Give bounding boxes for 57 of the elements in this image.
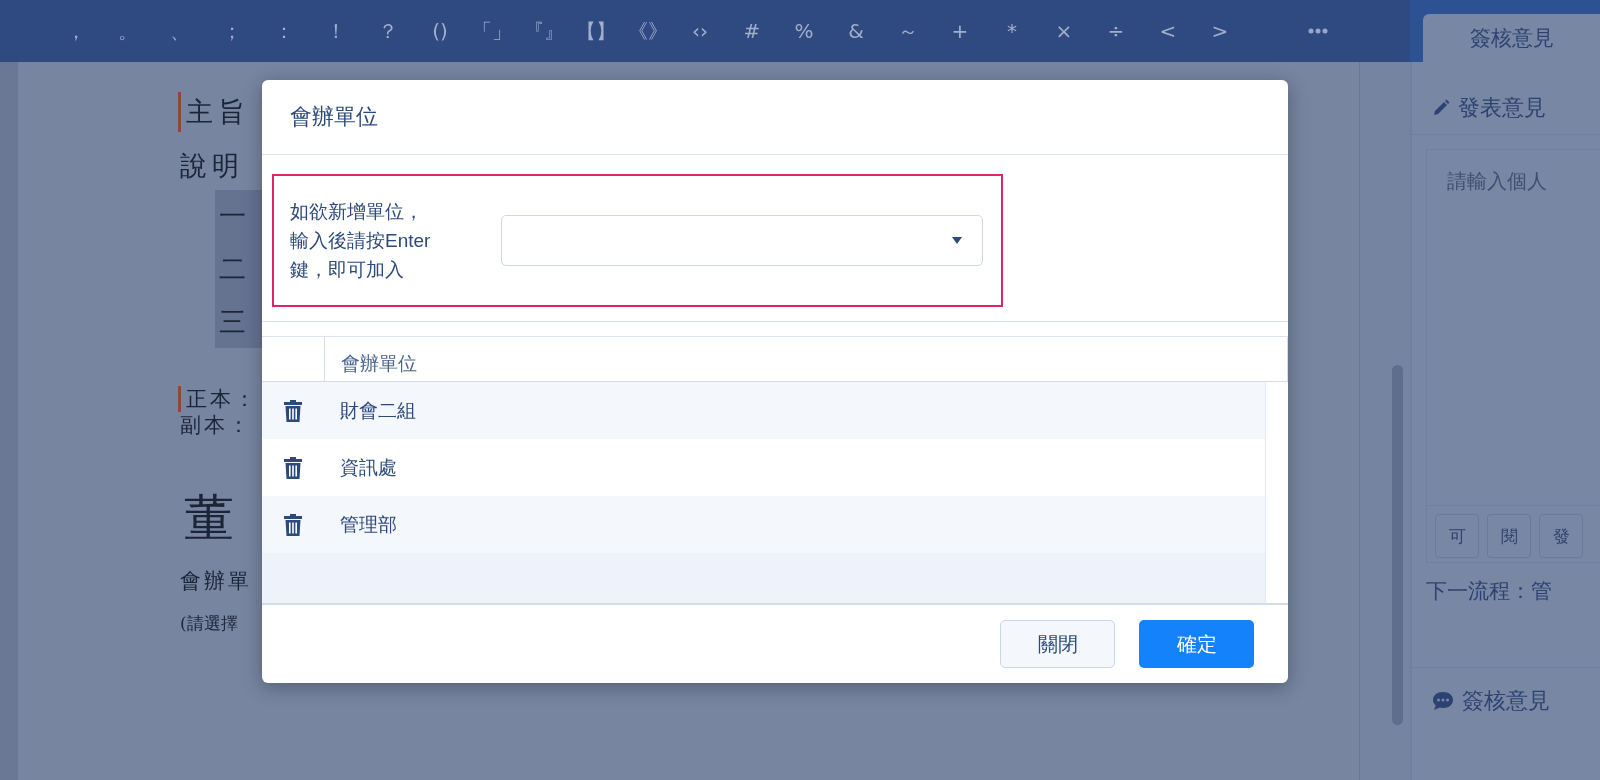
comment-placeholder: 請輸入個人 [1446, 169, 1548, 194]
trash-icon[interactable] [284, 513, 302, 536]
symbol-button[interactable]: # [726, 19, 778, 43]
next-step-text: 下一流程：管 [1412, 563, 1600, 668]
subject-label: 主旨 [186, 95, 250, 129]
confirm-button[interactable]: 確定 [1139, 620, 1254, 668]
comment-field[interactable]: 請輸入個人 可 閱 發 [1426, 149, 1600, 563]
more-icon[interactable] [1308, 28, 1328, 34]
quick-phrase-button[interactable]: 可 [1435, 514, 1479, 558]
comments-title: 簽核意見 [1462, 687, 1550, 715]
symbol-button[interactable]: ： [258, 17, 310, 45]
hint-text: (請選擇 [180, 612, 238, 635]
original-copy-label: 正本： [186, 386, 258, 412]
symbol-button[interactable]: () [414, 19, 466, 43]
table-cell-text: 管理部 [339, 512, 397, 537]
symbol-button[interactable]: ！ [310, 17, 362, 45]
symbol-button[interactable]: > [1194, 19, 1246, 43]
table-cell-text: 財會二組 [339, 398, 416, 423]
trash-icon[interactable] [284, 456, 302, 479]
symbol-button[interactable]: ， [50, 17, 102, 45]
symbol-button[interactable]: < [1142, 19, 1194, 43]
pencil-icon [1432, 99, 1450, 117]
symbol-button[interactable]: ÷ [1090, 19, 1142, 43]
symbol-button[interactable]: 【】 [570, 17, 622, 45]
trash-icon[interactable] [284, 399, 302, 422]
symbol-button[interactable]: 『』 [518, 17, 570, 45]
item-number: 二 [219, 252, 252, 286]
symbol-button[interactable]: × [1038, 19, 1090, 43]
note-text: 會辦單 [180, 568, 252, 594]
dialog-title: 會辦單位 [290, 103, 378, 131]
table-cell-text: 資訊處 [339, 455, 397, 480]
description-label: 說明 [180, 149, 244, 183]
close-button[interactable]: 關閉 [1000, 620, 1115, 668]
item-number: 三 [219, 304, 252, 339]
symbol-button[interactable]: + [934, 19, 986, 43]
chat-icon [1432, 691, 1454, 711]
duplicate-copy-label: 副本： [180, 412, 252, 438]
symbol-button[interactable]: & [830, 19, 882, 43]
symbol-button[interactable]: 「」 [466, 17, 518, 45]
symbol-button[interactable]: * [986, 19, 1038, 43]
symbol-button[interactable]: ； [206, 17, 258, 45]
add-unit-hint: 如欲新增單位， 輸入後請按Enter 鍵，即可加入 [290, 200, 432, 282]
quick-phrase-button[interactable]: 發 [1539, 514, 1583, 558]
symbol-button[interactable]: % [778, 19, 830, 43]
symbol-button[interactable]: ？ [362, 17, 414, 45]
item-number: 一 [219, 199, 252, 234]
quick-phrase-button[interactable]: 閱 [1487, 514, 1531, 558]
dropdown-caret-icon [952, 237, 962, 244]
symbol-button[interactable]: 。 [102, 17, 154, 45]
column-header: 會辦單位 [325, 337, 1288, 381]
document-heading: 董 [184, 488, 234, 548]
symbol-button[interactable]: ～ [882, 17, 934, 45]
symbol-button[interactable]: ‹› [674, 19, 726, 43]
symbol-button[interactable]: 、 [154, 17, 206, 45]
side-tab[interactable]: 簽核意見 [1423, 14, 1600, 62]
symbol-button[interactable]: 《》 [622, 17, 674, 45]
compose-title: 發表意見 [1458, 94, 1546, 122]
